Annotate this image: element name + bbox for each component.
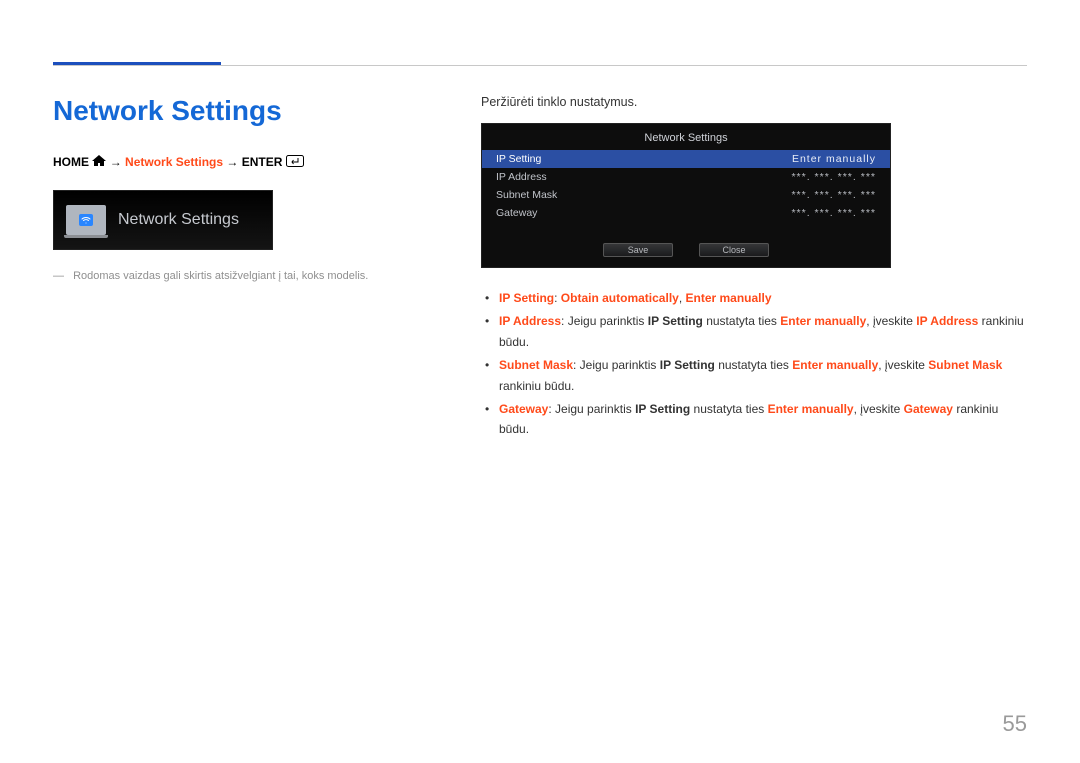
- osd-save-button: Save: [603, 243, 673, 257]
- bullet-ip-setting: IP Setting: Obtain automatically, Enter …: [485, 288, 1027, 308]
- txt: , įveskite: [854, 402, 904, 416]
- txt: : Jeigu parinktis: [548, 402, 635, 416]
- top-divider: [53, 65, 1027, 66]
- txt: :: [554, 291, 561, 305]
- breadcrumb-arrow-2: →: [226, 155, 238, 169]
- left-column: Network Settings HOME → Network Settings…: [53, 95, 433, 443]
- txt: Enter manually: [780, 314, 866, 328]
- txt: : Jeigu parinktis: [561, 314, 648, 328]
- txt: Subnet Mask: [928, 358, 1002, 372]
- osd-button-row: Save Close: [482, 243, 890, 257]
- osd-label: Subnet Mask: [496, 189, 616, 201]
- txt: Gateway: [499, 402, 548, 416]
- page-title: Network Settings: [53, 95, 433, 127]
- txt: IP Address: [499, 314, 561, 328]
- bullet-gateway: Gateway: Jeigu parinktis IP Setting nust…: [485, 399, 1027, 440]
- osd-row-subnet-mask: Subnet Mask ***. ***. ***. ***: [482, 186, 890, 204]
- footnote-dash: ―: [53, 270, 64, 282]
- bullet-subnet-mask: Subnet Mask: Jeigu parinktis IP Setting …: [485, 355, 1027, 396]
- osd-value: ***. ***. ***. ***: [616, 171, 876, 183]
- txt: : Jeigu parinktis: [573, 358, 660, 372]
- laptop-icon: [66, 205, 106, 235]
- content-area: Network Settings HOME → Network Settings…: [53, 95, 1027, 443]
- breadcrumb-arrow-1: →: [110, 155, 122, 169]
- txt: , įveskite: [866, 314, 916, 328]
- txt: Gateway: [904, 402, 953, 416]
- osd-label: Gateway: [496, 207, 616, 219]
- osd-row-gateway: Gateway ***. ***. ***. ***: [482, 204, 890, 222]
- txt: Enter manually: [686, 291, 772, 305]
- osd-panel-screenshot: Network Settings IP Setting Enter manual…: [481, 123, 891, 268]
- osd-close-button: Close: [699, 243, 769, 257]
- osd-value: ***. ***. ***. ***: [616, 207, 876, 219]
- txt: Enter manually: [792, 358, 878, 372]
- bullet-ip-address: IP Address: Jeigu parinktis IP Setting n…: [485, 311, 1027, 352]
- osd-title: Network Settings: [482, 132, 890, 150]
- txt: nustatyta ties: [703, 314, 780, 328]
- osd-value: Enter manually: [616, 153, 876, 165]
- txt: rankiniu būdu.: [499, 379, 574, 393]
- footnote-text: Rodomas vaizdas gali skirtis atsižvelgia…: [73, 270, 368, 282]
- txt: nustatyta ties: [690, 402, 767, 416]
- osd-value: ***. ***. ***. ***: [616, 189, 876, 201]
- enter-icon: [286, 155, 304, 170]
- wifi-icon: [79, 214, 93, 226]
- bullet-list: IP Setting: Obtain automatically, Enter …: [481, 288, 1027, 440]
- breadcrumb-network-settings: Network Settings: [125, 155, 223, 169]
- intro-text: Peržiūrėti tinklo nustatymus.: [481, 95, 1027, 109]
- page-number: 55: [1003, 711, 1027, 737]
- menu-preview-title: Network Settings: [118, 211, 239, 229]
- txt: IP Setting: [648, 314, 703, 328]
- osd-row-ip-address: IP Address ***. ***. ***. ***: [482, 168, 890, 186]
- osd-label: IP Address: [496, 171, 616, 183]
- txt: Obtain automatically: [561, 291, 679, 305]
- osd-label: IP Setting: [496, 153, 616, 165]
- txt: IP Setting: [660, 358, 715, 372]
- footnote: ― Rodomas vaizdas gali skirtis atsižvelg…: [53, 270, 433, 282]
- home-icon: [92, 155, 106, 170]
- txt: nustatyta ties: [715, 358, 792, 372]
- txt: Subnet Mask: [499, 358, 573, 372]
- txt: Enter manually: [768, 402, 854, 416]
- breadcrumb-enter: ENTER: [242, 155, 283, 169]
- txt: IP Address: [916, 314, 978, 328]
- txt: ,: [679, 291, 686, 305]
- osd-row-ip-setting: IP Setting Enter manually: [482, 150, 890, 168]
- menu-preview-screenshot: Network Settings: [53, 190, 273, 250]
- txt: , įveskite: [878, 358, 928, 372]
- breadcrumb-home: HOME: [53, 155, 89, 169]
- txt: IP Setting: [499, 291, 554, 305]
- breadcrumb: HOME → Network Settings → ENTER: [53, 155, 433, 170]
- right-column: Peržiūrėti tinklo nustatymus. Network Se…: [481, 95, 1027, 443]
- txt: IP Setting: [635, 402, 690, 416]
